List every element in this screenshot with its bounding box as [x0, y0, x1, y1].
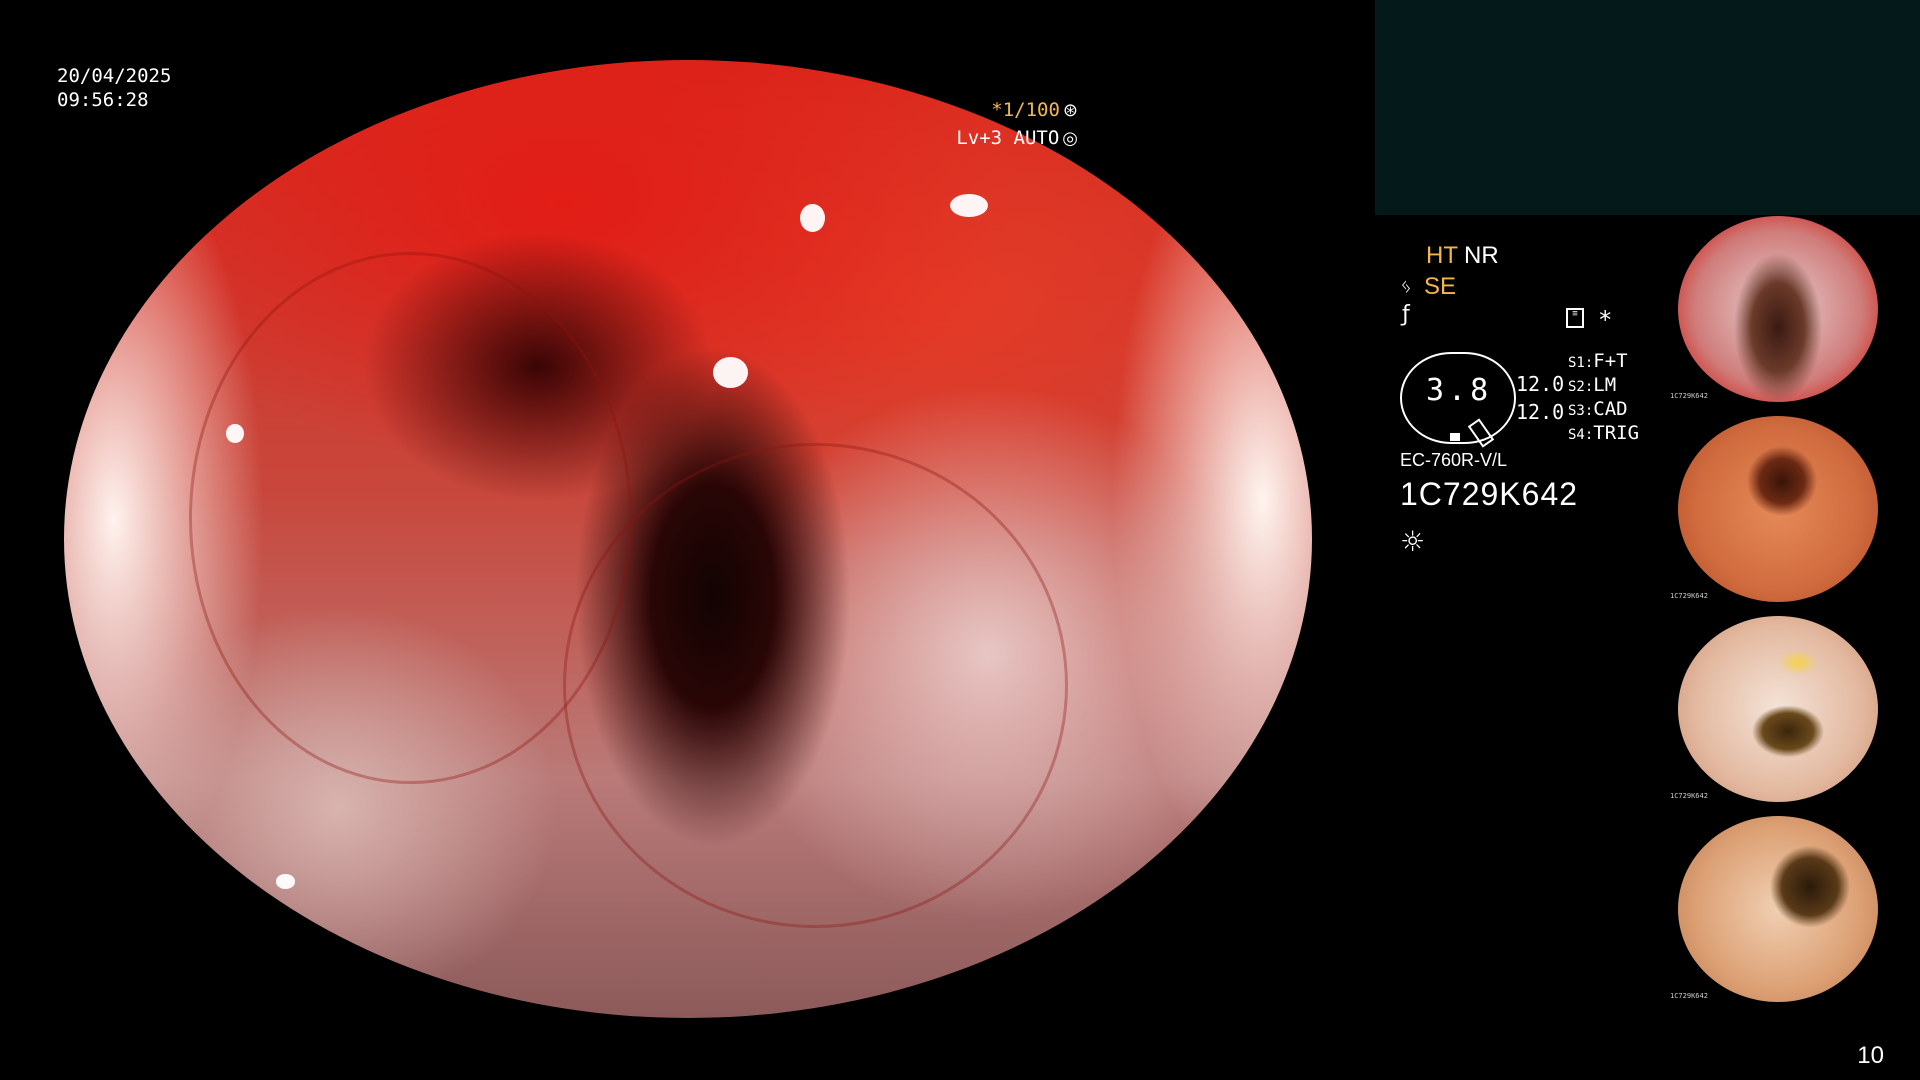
thumbnail-4[interactable]: 1C729K642: [1670, 816, 1920, 1008]
thumbnail-serial: 1C729K642: [1670, 992, 1708, 1000]
switch-1: S1:F+T: [1568, 350, 1628, 372]
endoscope-view: [64, 60, 1312, 1018]
thumbnail-2[interactable]: 1C729K642: [1670, 416, 1920, 608]
thumbnail-image: [1678, 616, 1878, 802]
memory-icon: ≡: [1566, 308, 1584, 328]
thumbnail-image: [1678, 216, 1878, 402]
time: 09:56:28: [57, 89, 149, 111]
specular-highlight: [363, 79, 384, 108]
scope-serial: 1C729K642: [1400, 476, 1579, 512]
switch-2: S2:LM: [1568, 374, 1617, 396]
switch-4: S4:TRIG: [1568, 422, 1640, 444]
zoom-bar-icon: [1450, 433, 1460, 441]
structure-enhance-icon: ᛃ: [1400, 274, 1412, 298]
specular-highlight: [276, 874, 295, 889]
specular-highlight: [950, 194, 988, 218]
level-readout: Lv+3 AUTO ◎: [956, 127, 1078, 149]
specular-highlight: [201, 165, 232, 191]
light-source-icon: ☼: [1400, 525, 1426, 558]
nr-indicator: NR: [1464, 242, 1499, 269]
mucosal-fold: [188, 251, 632, 785]
shutter-readout: *1/100 ⊛: [991, 99, 1078, 121]
star-indicator: *: [1598, 306, 1613, 334]
aperture-icon: ⊛: [1062, 100, 1078, 121]
shutter-value: *1/100: [991, 99, 1060, 121]
switch-3: S3:CAD: [1568, 398, 1628, 420]
zoom-line-2: 12.0: [1516, 400, 1565, 424]
info-panel-box: [1375, 0, 1920, 215]
date-time: 20/04/2025 09:56:28: [57, 64, 171, 112]
mucosal-fold: [563, 443, 1069, 929]
thumbnail-image: [1678, 416, 1878, 602]
thumbnail-3[interactable]: 1C729K642: [1670, 616, 1920, 808]
iris-icon: ◎: [1062, 128, 1078, 149]
date: 20/04/2025: [57, 65, 172, 87]
se-indicator: SE: [1424, 273, 1457, 300]
thumbnail-1[interactable]: 1C729K642: [1670, 216, 1920, 408]
specular-highlight: [712, 356, 748, 388]
zoom-line-1: 12.0: [1516, 372, 1565, 396]
fn-icon: ƒ: [1402, 302, 1410, 327]
scope-model: EC-760R-V/L: [1400, 450, 1508, 470]
specular-highlight: [800, 203, 826, 233]
thumbnail-image: [1678, 816, 1878, 1002]
zoom-value: 3.8: [1426, 373, 1493, 408]
ht-indicator: HT: [1426, 242, 1458, 269]
level-value: Lv+3 AUTO: [956, 127, 1060, 149]
thumbnail-serial: 1C729K642: [1670, 592, 1708, 600]
thumbnail-serial: 1C729K642: [1670, 392, 1708, 400]
thumbnail-serial: 1C729K642: [1670, 792, 1708, 800]
page-number: 10: [1857, 1042, 1884, 1069]
